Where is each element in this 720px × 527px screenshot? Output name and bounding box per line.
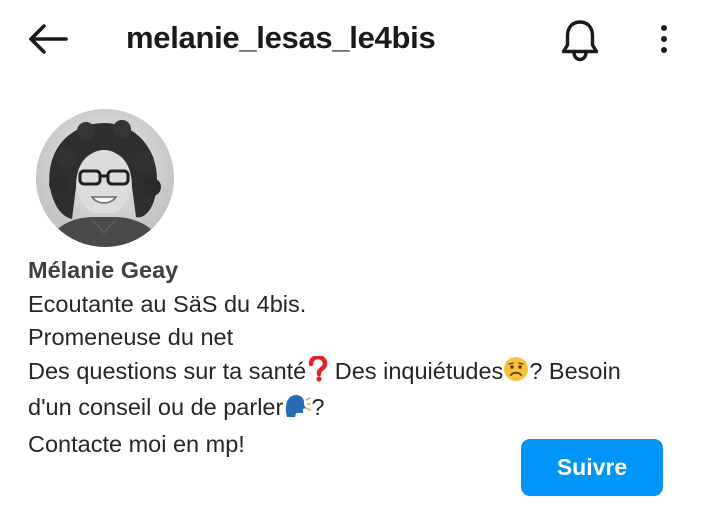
profile-bio: Mélanie Geay Ecoutante au SäS du 4bis. P…: [28, 254, 688, 461]
more-options-button[interactable]: [648, 18, 680, 60]
profile-username: melanie_lesas_le4bis: [126, 20, 436, 55]
bio-text: ? Besoin: [529, 357, 621, 384]
avatar[interactable]: [36, 109, 174, 247]
top-bar: melanie_lesas_le4bis: [0, 0, 720, 78]
back-button[interactable]: [24, 18, 72, 60]
profile-page: melanie_lesas_le4bis Mélanie Geay Ecouta…: [0, 0, 720, 527]
notifications-button[interactable]: [558, 16, 602, 64]
bio-text: ?: [311, 394, 325, 420]
bio-line: Promeneuse du net: [28, 324, 234, 350]
bio-line: d'un conseil ou de parler?: [28, 391, 688, 428]
red-question-mark-emoji: [306, 354, 328, 392]
bio-line: Ecoutante au SäS du 4bis.: [28, 290, 307, 317]
bio-text: Des inquiétudes: [328, 357, 504, 384]
worried-face-emoji: [503, 356, 529, 392]
follow-button[interactable]: Suivre: [521, 439, 663, 496]
arrow-left-icon: [29, 24, 68, 54]
speaking-head-emoji: [283, 392, 313, 428]
bio-line: Des questions sur ta santé Des inquiétud…: [28, 354, 688, 392]
display-name: Mélanie Geay: [28, 257, 179, 283]
bio-text: Des questions sur ta santé: [28, 357, 307, 384]
bell-icon: [561, 20, 599, 62]
more-vertical-icon: [661, 25, 667, 53]
bio-text: d'un conseil ou de parler: [28, 394, 284, 420]
